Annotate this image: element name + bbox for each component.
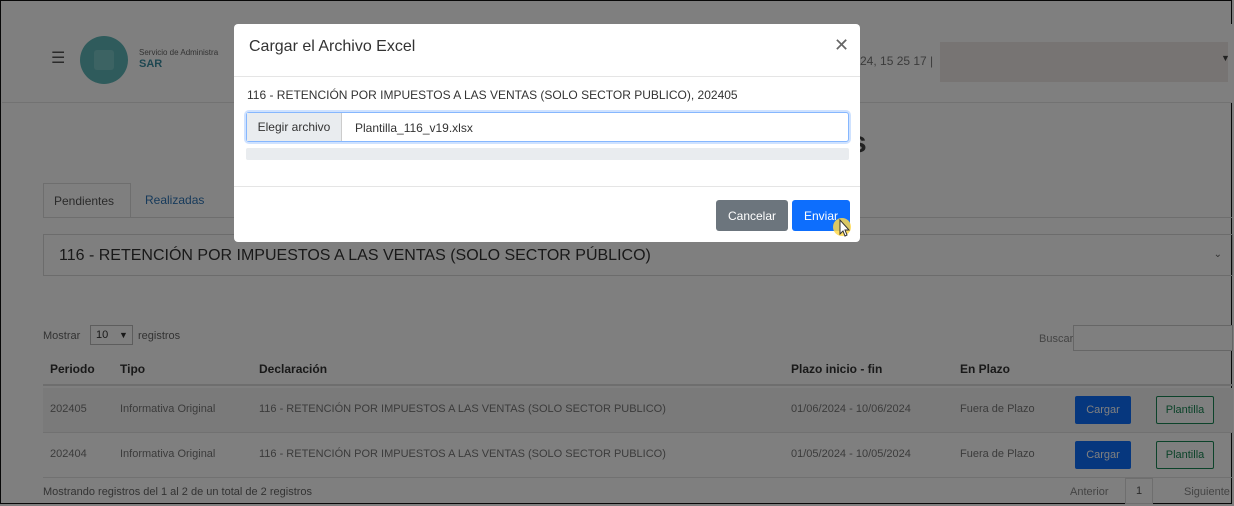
- modal-footer-divider: [234, 186, 860, 187]
- file-input[interactable]: Elegir archivo Plantilla_116_v19.xlsx: [246, 112, 849, 142]
- upload-modal: Cargar el Archivo Excel ✕ 116 - RETENCIÓ…: [234, 24, 860, 242]
- choose-file-button[interactable]: Elegir archivo: [247, 113, 342, 141]
- modal-title: Cargar el Archivo Excel: [249, 38, 416, 55]
- modal-description: 116 - RETENCIÓN POR IMPUESTOS A LAS VENT…: [247, 88, 738, 102]
- cancel-button[interactable]: Cancelar: [716, 200, 788, 231]
- modal-header-divider: [234, 76, 860, 77]
- upload-progress-bar: [246, 148, 849, 160]
- cursor-icon: [833, 218, 851, 237]
- close-icon[interactable]: ✕: [834, 35, 849, 56]
- file-name: Plantilla_116_v19.xlsx: [355, 121, 473, 135]
